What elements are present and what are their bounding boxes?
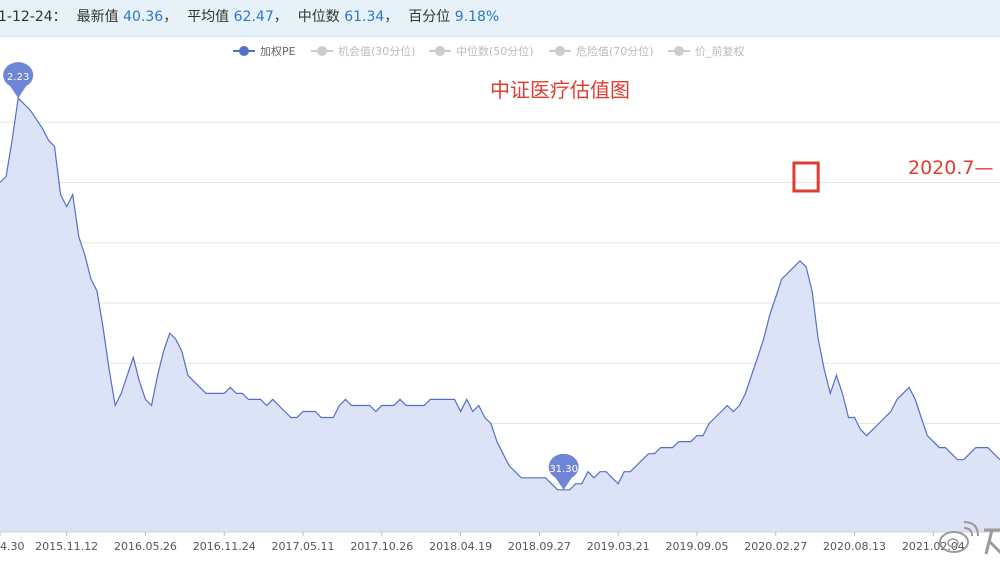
x-tick-label: 2017.10.26 [350, 540, 413, 553]
x-tick-label: 2020.08.13 [823, 540, 886, 553]
svg-text:31.30: 31.30 [549, 464, 578, 475]
min-value-pin: 31.30 [548, 453, 579, 490]
weibo-watermark [934, 520, 1000, 562]
x-tick-label: 2019.03.21 [587, 540, 650, 553]
x-tick-label: 4.30 [0, 540, 25, 553]
x-tick-label: 2017.05.11 [272, 540, 335, 553]
svg-text:2.23: 2.23 [7, 72, 29, 83]
highlight-box [792, 161, 820, 193]
x-tick-label: 2019.09.05 [665, 540, 728, 553]
x-tick-label: 2020.02.27 [744, 540, 807, 553]
x-tick-label: 2018.04.19 [429, 540, 492, 553]
annotation-note: 2020.7— [908, 157, 994, 179]
series-area [0, 98, 1000, 532]
x-tick-label: 2015.11.12 [35, 540, 98, 553]
chart-title: 中证医疗估值图 [490, 78, 630, 102]
x-tick-label: 2016.05.26 [114, 540, 177, 553]
max-value-pin: 2.23 [3, 62, 34, 99]
x-tick-label: 2018.09.27 [508, 540, 571, 553]
x-tick-label: 2016.11.24 [193, 540, 256, 553]
